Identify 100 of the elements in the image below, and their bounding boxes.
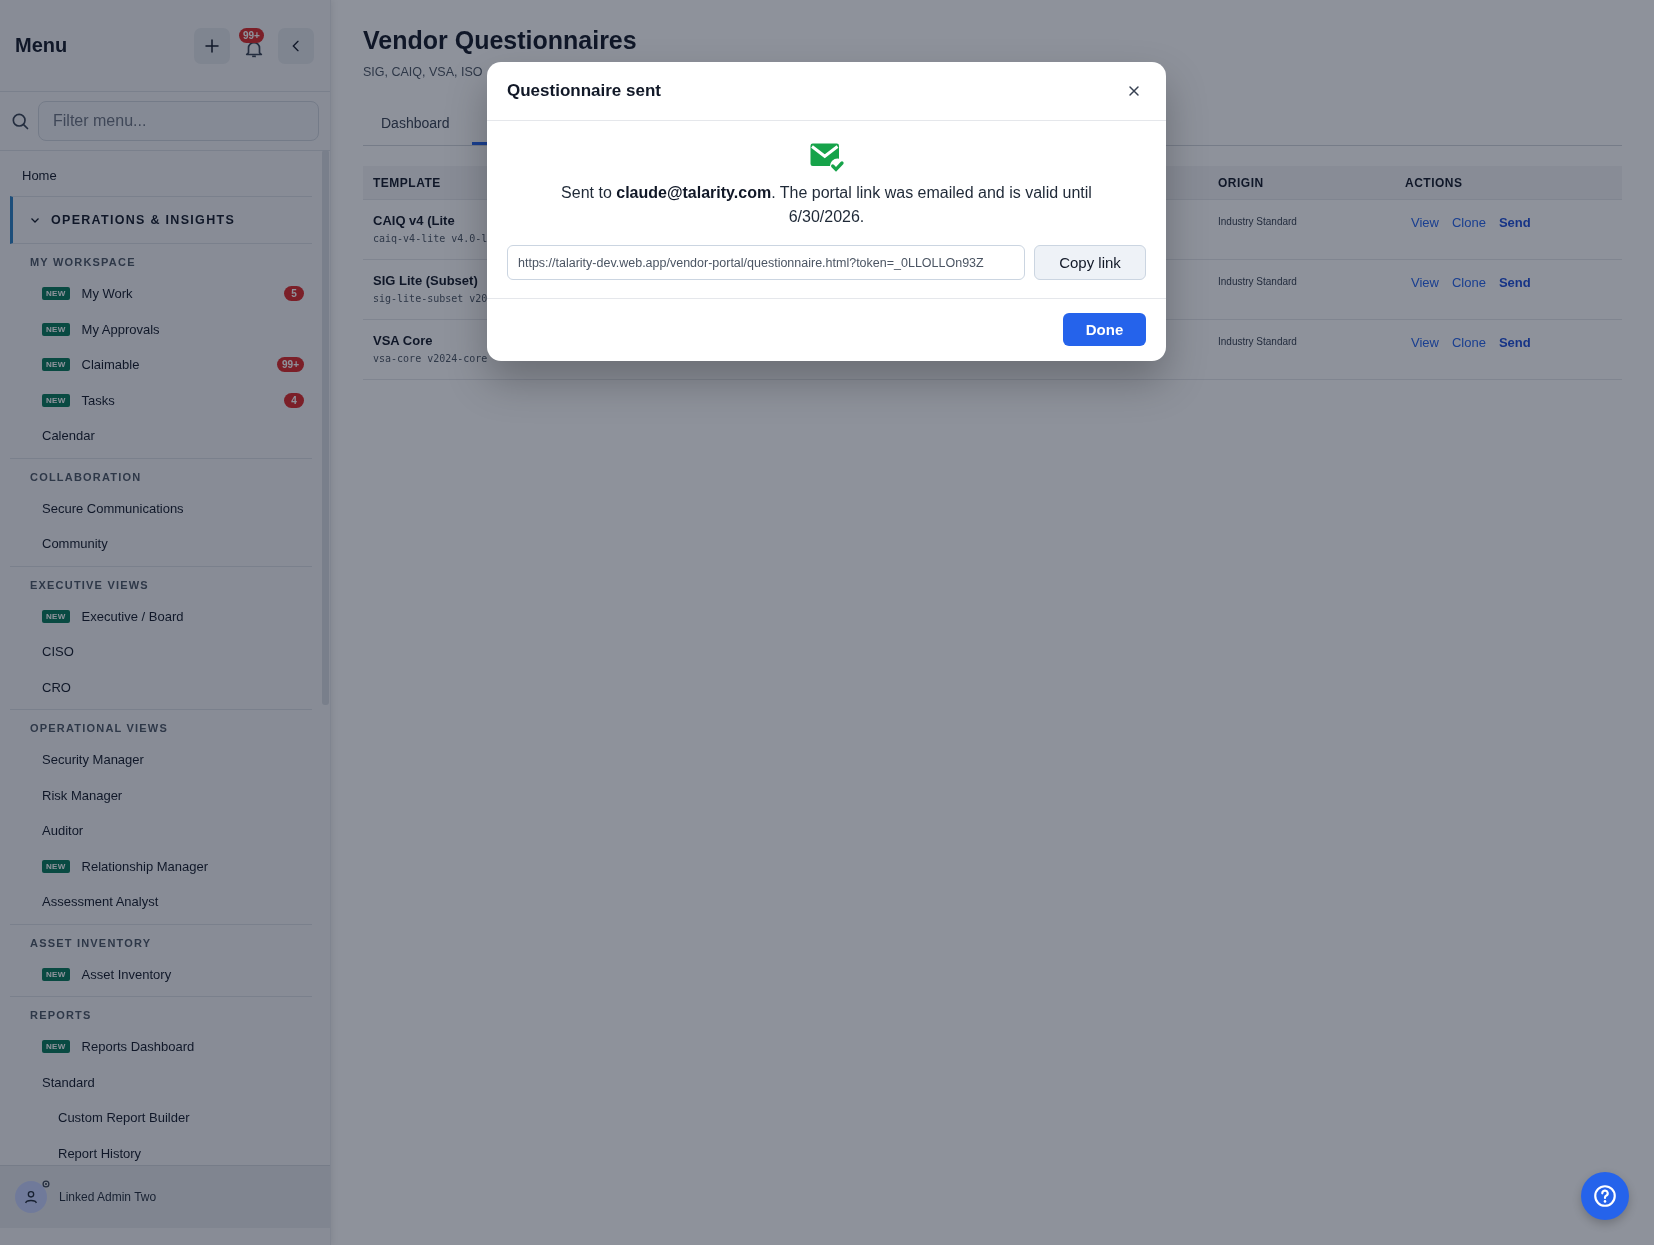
- nav-item[interactable]: Assessment Analyst: [10, 884, 312, 920]
- nav-label: Executive / Board: [81, 608, 185, 624]
- menu-title: Menu: [15, 34, 68, 57]
- nav-item[interactable]: NEW My Approvals: [10, 311, 312, 347]
- plus-icon: [203, 36, 221, 55]
- section-label: ASSET INVENTORY: [29, 935, 153, 951]
- section-label: REPORTS: [29, 1008, 93, 1023]
- nav-label: My Work: [81, 286, 134, 302]
- action-link[interactable]: Clone: [1451, 275, 1486, 291]
- template-code: caiq-v4-lite v4.0-l: [373, 233, 489, 244]
- page-subtitle: SIG, CAIQ, VSA, ISO: [363, 65, 484, 79]
- nav-item[interactable]: Report History: [10, 1135, 312, 1165]
- copy-link-button[interactable]: Copy link: [1034, 245, 1146, 280]
- nav-label: Claimable: [81, 357, 141, 373]
- nav-label: Auditor: [42, 823, 85, 839]
- section-label: MY WORKSPACE: [29, 255, 137, 270]
- nav-item[interactable]: Home: [10, 151, 312, 196]
- link-field[interactable]: https://talarity-dev.web.app/vendor-portal/questionnaire.html?token=_0LLOLLOn93Z: [507, 245, 1025, 280]
- nav-label: Relationship Manager: [81, 858, 210, 874]
- nav-label: CISO: [42, 644, 75, 660]
- action-link[interactable]: Send: [1498, 215, 1531, 231]
- nav-label: Tasks: [81, 392, 116, 408]
- new-badge: NEW: [42, 393, 70, 407]
- dialog-title: Questionnaire sent: [507, 81, 661, 101]
- nav-label: Security Manager: [42, 752, 145, 768]
- nav-label: CRO: [42, 679, 72, 695]
- nav-item[interactable]: Standard: [10, 1064, 312, 1100]
- count-badge: 5: [284, 286, 304, 302]
- action-link[interactable]: View: [1411, 335, 1439, 351]
- new-badge: NEW: [42, 967, 70, 981]
- filter-field[interactable]: Filter menu...: [38, 101, 319, 141]
- template-code: vsa-core v2024-core: [373, 353, 489, 364]
- user-icon: [23, 1189, 39, 1205]
- help-icon: [1592, 1183, 1618, 1209]
- nav-label: Calendar: [42, 428, 96, 444]
- user-bar[interactable]: Linked Admin Two: [0, 1165, 330, 1228]
- new-badge: NEW: [42, 287, 70, 301]
- new-badge: NEW: [42, 1040, 70, 1054]
- column-header: TEMPLATE: [372, 175, 442, 190]
- nav-label: Asset Inventory: [81, 966, 173, 982]
- notification-badge: 99+: [239, 27, 264, 43]
- section-label: EXECUTIVE VIEWS: [29, 577, 150, 593]
- add-button[interactable]: [194, 27, 230, 64]
- column-header: ORIGIN: [1218, 175, 1265, 190]
- template-name: SIG Lite (Subset): [373, 273, 479, 288]
- new-badge: NEW: [42, 859, 70, 873]
- done-button[interactable]: Done: [1063, 313, 1146, 346]
- nav-item[interactable]: NEW Reports Dashboard: [10, 1029, 312, 1065]
- new-badge: NEW: [42, 322, 70, 336]
- nav-item[interactable]: Risk Manager: [10, 777, 312, 813]
- action-link[interactable]: Send: [1498, 275, 1531, 291]
- sent-message: Sent to claude@talarity.com. The portal link was emailed and is valid until 6/30/2026.: [560, 183, 1093, 227]
- count-badge: 4: [284, 392, 304, 408]
- tab[interactable]: Dashboard: [363, 101, 468, 145]
- nav-label: My Approvals: [81, 321, 161, 337]
- new-badge: NEW: [42, 358, 70, 372]
- action-link[interactable]: Clone: [1451, 335, 1486, 351]
- action-link[interactable]: View: [1411, 215, 1439, 231]
- nav-item[interactable]: Auditor: [10, 813, 312, 849]
- section-label: OPERATIONAL VIEWS: [29, 721, 169, 736]
- table-cell-text: Industry Standard: [1218, 275, 1298, 289]
- template-name: VSA Core: [373, 333, 434, 348]
- section-label: COLLABORATION: [29, 469, 143, 485]
- nav-label: Secure Communications: [42, 500, 185, 516]
- help-button[interactable]: [1581, 1172, 1629, 1220]
- action-link[interactable]: Clone: [1451, 215, 1486, 231]
- count-badge: 99+: [277, 357, 304, 373]
- nav-item[interactable]: Secure Communications: [10, 490, 312, 526]
- nav-item[interactable]: NEW My Work 5: [10, 276, 312, 312]
- action-link[interactable]: View: [1411, 275, 1439, 291]
- nav-item[interactable]: Security Manager: [10, 742, 312, 778]
- nav-item[interactable]: NEW Relationship Manager: [10, 848, 312, 884]
- action-link[interactable]: Send: [1498, 335, 1531, 351]
- nav-item[interactable]: NEW Tasks 4: [10, 382, 312, 418]
- table-cell-text: Industry Standard: [1218, 335, 1298, 349]
- nav-item[interactable]: NEW Claimable 99+: [10, 347, 312, 383]
- nav-item[interactable]: Calendar: [10, 418, 312, 454]
- nav-label: Assessment Analyst: [42, 894, 160, 910]
- group-label: OPERATIONS & INSIGHTS: [51, 213, 236, 227]
- gear-icon: [41, 1179, 51, 1189]
- nav-label: Community: [42, 536, 109, 552]
- nav-item[interactable]: Community: [10, 526, 312, 562]
- nav-item[interactable]: Custom Report Builder: [10, 1100, 312, 1136]
- page-title: Vendor Questionnaires: [363, 26, 638, 55]
- column-header: ACTIONS: [1405, 175, 1464, 190]
- nav-item[interactable]: NEW Executive / Board: [10, 598, 312, 634]
- nav-label: Report History: [58, 1145, 143, 1161]
- user-name: Linked Admin Two: [59, 1190, 157, 1204]
- nav-label: Standard: [42, 1074, 96, 1090]
- nav-label: Risk Manager: [42, 787, 124, 803]
- nav-item[interactable]: CRO: [10, 669, 312, 705]
- template-code: sig-lite-subset v20: [373, 293, 489, 304]
- nav-label: Custom Report Builder: [58, 1110, 191, 1126]
- close-icon: [1126, 83, 1142, 99]
- table-cell-text: Industry Standard: [1218, 215, 1298, 229]
- search-icon: [10, 111, 30, 131]
- new-badge: NEW: [42, 609, 70, 623]
- group-header[interactable]: OPERATIONS & INSIGHTS: [10, 196, 312, 244]
- nav-item[interactable]: NEW Asset Inventory: [10, 956, 312, 992]
- nav-item[interactable]: CISO: [10, 634, 312, 670]
